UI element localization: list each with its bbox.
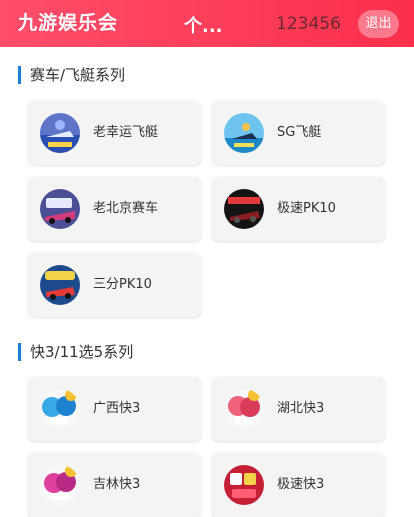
hubei-dice-icon: [224, 389, 264, 429]
game-label: 湖北快3: [277, 401, 325, 416]
game-card-sg-boat[interactable]: SG飞艇: [212, 101, 385, 165]
brand-title: 九游娱乐会: [18, 12, 119, 34]
three-minute-car-icon: [40, 265, 80, 305]
game-label: 极速快3: [277, 477, 325, 492]
section-title-racing: 赛车/飞艇系列: [18, 66, 125, 84]
account-id: 123456: [276, 14, 341, 34]
page-title: 个...: [184, 16, 223, 37]
game-label: 老北京赛车: [93, 201, 159, 216]
game-label: 三分PK10: [93, 277, 152, 292]
speed-car-icon: [224, 189, 264, 229]
game-card-speed-k3[interactable]: 极速快3: [212, 453, 385, 517]
app-header: 九游娱乐会 个... 123456 退出: [0, 0, 414, 47]
game-card-three-minute-pk10[interactable]: 三分PK10: [28, 253, 201, 317]
game-label: 极速PK10: [277, 201, 336, 216]
pk10-car-icon: [40, 189, 80, 229]
speed-dice-icon: [224, 465, 264, 505]
game-card-jilin-k3[interactable]: 吉林快3: [28, 453, 201, 517]
jet-ski-icon: [224, 113, 264, 153]
game-label: SG飞艇: [277, 125, 322, 140]
game-label: 老幸运飞艇: [93, 125, 159, 140]
game-card-beijing-racing[interactable]: 老北京赛车: [28, 177, 201, 241]
jilin-dice-icon: [40, 465, 80, 505]
game-card-hubei-k3[interactable]: 湖北快3: [212, 377, 385, 441]
section-title-dice: 快3/11选5系列: [18, 343, 133, 361]
game-card-speed-pk10[interactable]: 极速PK10: [212, 177, 385, 241]
lucky-boat-icon: [40, 113, 80, 153]
game-label: 吉林快3: [93, 477, 141, 492]
game-label: 广西快3: [93, 401, 141, 416]
game-card-guangxi-k3[interactable]: 广西快3: [28, 377, 201, 441]
guangxi-dice-icon: [40, 389, 80, 429]
game-card-lucky-boat[interactable]: 老幸运飞艇: [28, 101, 201, 165]
logout-button[interactable]: 退出: [358, 10, 399, 38]
